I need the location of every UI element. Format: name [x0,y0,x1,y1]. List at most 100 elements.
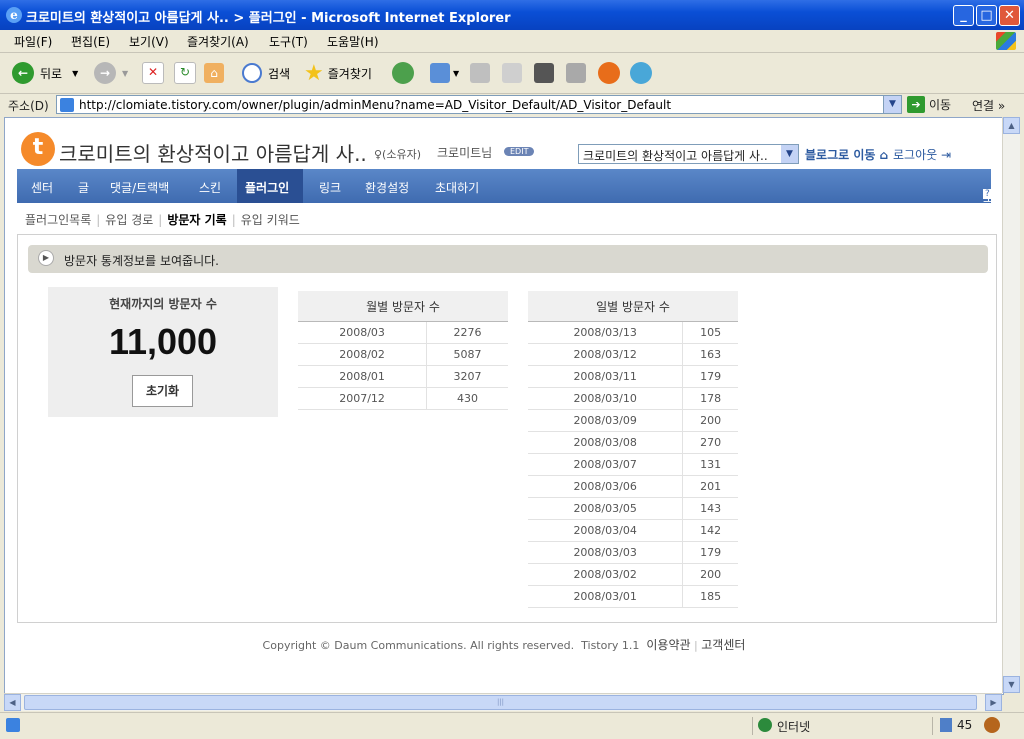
table-row: 2008/03/07 131 [528,453,738,476]
blog-title[interactable]: 크로미트의 환상적이고 아름답게 사.. [59,138,367,167]
row-date: 2008/03/12 [528,343,683,366]
messenger-button[interactable] [598,60,620,86]
ie-icon: e [6,7,22,23]
scroll-down-icon[interactable]: ▼ [1003,676,1020,693]
nav-settings[interactable]: 환경설정 [365,179,409,196]
monthly-visitors-table: 월별 방문자 수 2008/03 2276 2008/02 5087 2008/01 32… [298,291,508,410]
row-date: 2008/01 [298,365,427,388]
nav-plugins[interactable]: 플러그인 [245,179,289,196]
blog-select[interactable]: 크로미트의 환상적이고 아름답게 사.. ▼ [578,144,799,164]
go-label: 이동 [929,98,952,112]
edit-button[interactable] [502,60,522,86]
status-divider [752,717,753,735]
search-button[interactable]: 검색 [242,60,290,86]
table-row: 2008/03/11 179 [528,365,738,388]
nav-posts[interactable]: 글 [78,179,89,196]
row-count: 179 [682,541,738,564]
table-row: 2008/03/04 142 [528,519,738,542]
print-icon [470,63,490,83]
print-button[interactable] [470,60,490,86]
chevron-down-icon[interactable]: ▼ [453,69,459,78]
chevron-down-icon[interactable]: ▼ [781,145,798,163]
stop-button[interactable]: ✕ [142,60,164,86]
minimize-button[interactable]: _ [953,5,974,26]
support-link[interactable]: 고객센터 [701,638,745,652]
horizontal-scroll-thumb[interactable]: ||| [24,695,977,710]
discuss-button[interactable] [534,60,554,86]
history-button[interactable] [392,60,414,86]
subnav-referrer[interactable]: 유입 경로 [105,213,153,227]
daily-visitors-table: 일별 방문자 수 2008/03/13 105 2008/03/12 163 2008/… [528,291,738,608]
assistant-icon[interactable] [984,717,1000,733]
vertical-scrollbar[interactable]: ▲ ▼ [1002,117,1020,693]
blog-select-value: 크로미트의 환상적이고 아름답게 사.. [583,149,768,163]
scroll-up-icon[interactable]: ▲ [1003,117,1020,134]
scroll-left-icon[interactable]: ◀ [4,694,21,711]
contacts-button[interactable] [630,60,652,86]
table-row: 2008/03/05 143 [528,497,738,520]
edit-badge[interactable]: EDIT [504,147,535,156]
favorites-button[interactable]: ★ 즐겨찾기 [304,60,372,86]
status-count: 45 [957,718,973,732]
sub-nav: 플러그인목록 | 유입 경로 | 방문자 기록 | 유입 키워드 [25,213,300,227]
menu-help[interactable]: 도움말(H) [327,33,379,50]
back-button[interactable]: ← 뒤로 ▼ [12,60,78,86]
row-count: 3207 [426,365,508,388]
favorites-label: 즐겨찾기 [327,66,372,81]
menu-favorites[interactable]: 즐겨찾기(A) [187,33,249,50]
trash-icon[interactable] [940,718,952,732]
links-button[interactable]: 연결 » [972,97,1005,114]
nav-center[interactable]: 센터 [31,179,53,196]
menu-view[interactable]: 보기(V) [129,33,169,50]
row-count: 2276 [426,321,508,344]
horizontal-scrollbar[interactable]: ◀ ||| ▶ [4,693,1002,711]
row-date: 2008/03/10 [528,387,683,410]
nav-skin[interactable]: 스킨 [199,179,221,196]
zone-label: 인터넷 [777,720,811,734]
chevron-down-icon: ▼ [122,68,129,78]
home-button[interactable]: ⌂ [204,60,224,86]
go-to-blog-link[interactable]: 블로그로 이동 ⌂ [805,146,888,163]
scroll-right-icon[interactable]: ▶ [985,694,1002,711]
terms-link[interactable]: 이용약관 [646,638,690,652]
chevron-down-icon[interactable]: ▼ [72,69,78,78]
logout-link[interactable]: 로그아웃 ⇥ [893,146,951,163]
nav-invite[interactable]: 초대하기 [435,179,479,196]
edit-icon [502,63,522,83]
nav-links[interactable]: 링크 [319,179,341,196]
back-label: 뒤로 [40,66,63,81]
menu-tools[interactable]: 도구(T) [269,33,308,50]
go-button[interactable]: ➔ 이동 [907,96,951,113]
mail-icon [430,63,450,83]
page-icon [60,98,74,112]
research-button[interactable] [566,60,586,86]
subnav-keywords[interactable]: 유입 키워드 [241,213,300,227]
refresh-icon: ↻ [174,62,196,84]
refresh-button[interactable]: ↻ [174,60,196,86]
subnav-visitor-log[interactable]: 방문자 기록 [167,213,226,227]
total-visitors-label: 현재까지의 방문자 수 [109,297,217,311]
row-count: 105 [682,321,738,344]
chevron-down-icon[interactable]: ▼ [883,96,901,113]
table-row: 2008/01 3207 [298,365,508,388]
address-input[interactable]: http://clomiate.tistory.com/owner/plugin… [56,95,902,114]
row-date: 2008/03/13 [528,321,683,344]
menu-edit[interactable]: 편집(E) [71,33,110,50]
table-row: 2008/03/03 179 [528,541,738,564]
forward-button[interactable]: → ▼ [94,60,128,86]
logout-icon: ⇥ [941,148,952,162]
row-date: 2008/03 [298,321,427,344]
reset-button[interactable]: 초기화 [132,375,193,407]
row-date: 2008/03/11 [528,365,683,388]
close-button[interactable]: ✕ [999,5,1020,26]
menu-file[interactable]: 파일(F) [14,33,52,50]
maximize-button[interactable]: □ [976,5,997,26]
tistory-logo-icon[interactable]: t [21,132,55,166]
mail-button[interactable]: ▼ [430,60,459,86]
back-arrow-icon: ← [12,62,34,84]
row-count: 179 [682,365,738,388]
nav-comments[interactable]: 댓글/트랙백 [110,179,169,196]
subnav-plugin-list[interactable]: 플러그인목록 [25,213,91,227]
table-row: 2008/03 2276 [298,321,508,344]
address-url[interactable]: http://clomiate.tistory.com/owner/plugin… [79,98,671,112]
